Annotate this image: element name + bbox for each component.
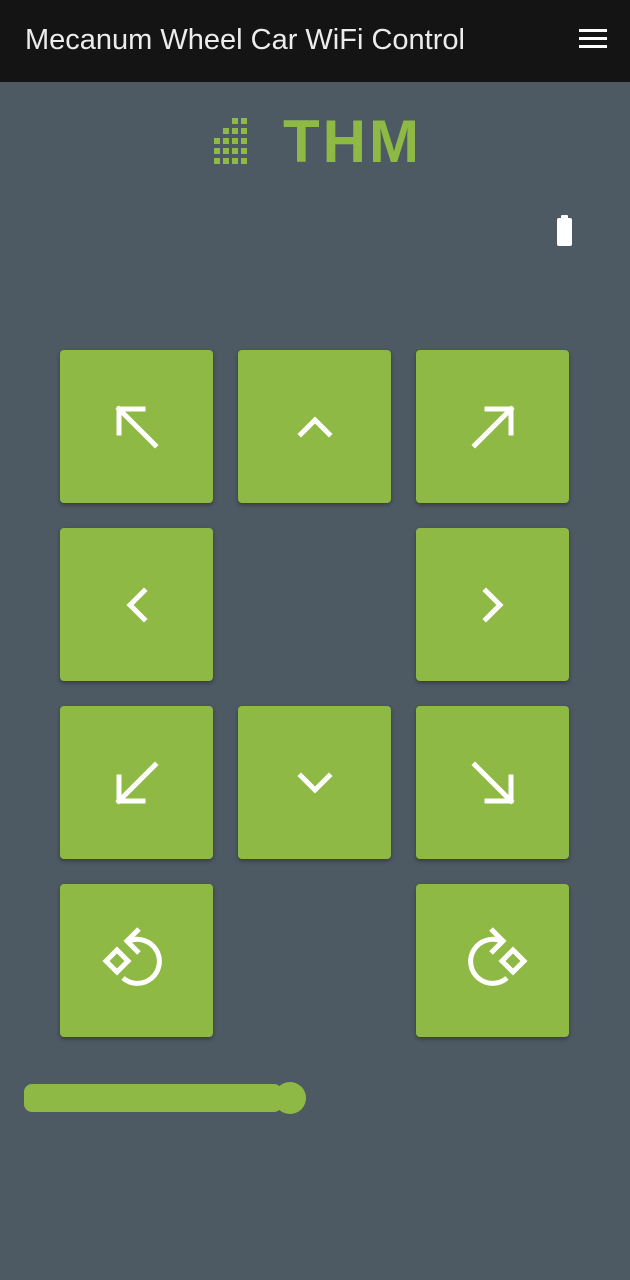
- arrow-up-right-icon: [470, 404, 515, 449]
- arrow-down-right-icon: [470, 760, 515, 805]
- slider-track[interactable]: [24, 1084, 282, 1112]
- battery-full-icon: [555, 215, 574, 247]
- forward-right-button[interactable]: [416, 350, 569, 503]
- chevron-up-icon: [296, 415, 333, 438]
- arrow-up-left-icon: [114, 404, 159, 449]
- right-button[interactable]: [416, 528, 569, 681]
- slider-thumb[interactable]: [274, 1082, 306, 1114]
- app-bar: Mecanum Wheel Car WiFi Control: [0, 0, 630, 82]
- backward-left-button[interactable]: [60, 706, 213, 859]
- rotate-right-button[interactable]: [416, 884, 569, 1037]
- rotate-left-button[interactable]: [60, 884, 213, 1037]
- left-button[interactable]: [60, 528, 213, 681]
- arrow-down-left-icon: [114, 760, 159, 805]
- rotate-left-icon: [101, 926, 162, 986]
- app-title: Mecanum Wheel Car WiFi Control: [25, 24, 465, 56]
- backward-right-button[interactable]: [416, 706, 569, 859]
- speed-slider[interactable]: [24, 1081, 334, 1115]
- forward-button[interactable]: [238, 350, 391, 503]
- rotate-right-icon: [467, 926, 528, 986]
- chevron-right-icon: [481, 586, 504, 623]
- forward-left-button[interactable]: [60, 350, 213, 503]
- chevron-left-icon: [125, 586, 148, 623]
- grid-dots-icon: [214, 118, 247, 164]
- backward-button[interactable]: [238, 706, 391, 859]
- brand-logo: THM: [214, 112, 434, 172]
- chevron-down-icon: [296, 771, 333, 794]
- logo-text: THM: [283, 108, 422, 175]
- hamburger-menu-icon[interactable]: [572, 20, 614, 60]
